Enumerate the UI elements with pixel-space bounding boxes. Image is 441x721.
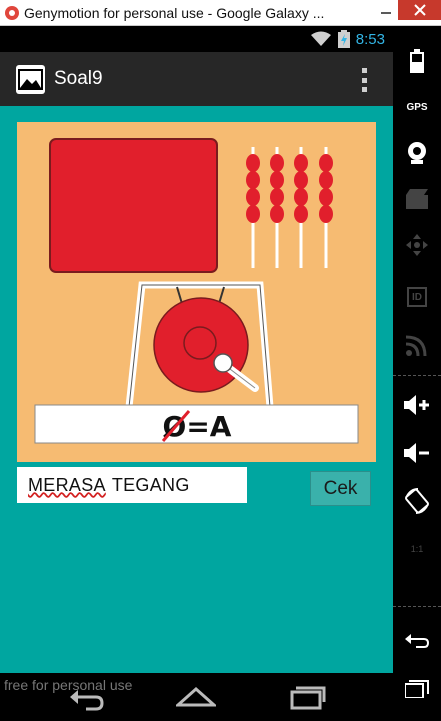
recents-icon <box>290 686 326 710</box>
dpad-icon[interactable] <box>393 222 441 268</box>
window-title: Genymotion for personal use - Google Gal… <box>24 4 325 21</box>
red-square-shape <box>49 138 218 273</box>
back-icon[interactable] <box>393 616 441 662</box>
minimize-button[interactable] <box>374 0 398 20</box>
id-label: ID <box>407 287 427 307</box>
capture-icon[interactable] <box>393 176 441 222</box>
gallery-icon[interactable] <box>16 64 45 94</box>
close-button[interactable] <box>398 0 441 20</box>
device-screen: 8:53 Soal9 Ø=A MERASA TEGANG Cek <box>0 26 393 721</box>
puzzle-image: Ø=A <box>17 122 376 462</box>
answer-word-2: TEGANG <box>111 474 190 495</box>
content-area: Ø=A MERASA TEGANG Cek <box>0 106 393 673</box>
genymotion-logo-icon <box>5 5 19 20</box>
window-title-bar: Genymotion for personal use - Google Gal… <box>0 0 441 26</box>
action-bar: Soal9 <box>0 52 393 106</box>
close-icon <box>413 4 426 16</box>
emulator-toolbar: GPS ID 1:1 <box>393 26 441 721</box>
answer-word-1: MERASA <box>28 474 106 495</box>
gps-icon[interactable]: GPS <box>393 84 441 130</box>
overflow-menu-icon[interactable] <box>359 68 369 92</box>
battery-icon[interactable] <box>393 38 441 84</box>
rotate-icon[interactable] <box>393 478 441 524</box>
volume-up-icon[interactable] <box>393 382 441 428</box>
toolbar-separator-2 <box>393 606 441 607</box>
check-button[interactable]: Cek <box>310 471 371 506</box>
home-icon <box>174 686 218 707</box>
minimize-icon <box>381 12 391 14</box>
webcam-icon[interactable] <box>393 130 441 176</box>
puzzle-illustration: Ø=A <box>34 138 359 444</box>
scale-icon[interactable]: 1:1 <box>393 526 441 572</box>
volume-down-icon[interactable] <box>393 430 441 476</box>
screen-title: Soal9 <box>54 68 103 89</box>
gallery-picture-icon <box>18 68 43 90</box>
answer-input[interactable]: MERASA TEGANG <box>17 467 247 503</box>
watermark-text: free for personal use <box>4 677 133 693</box>
status-bar: 8:53 <box>0 26 393 52</box>
rebus-text: Ø=A <box>163 410 232 443</box>
wifi-icon <box>310 31 331 46</box>
satay-skewers <box>246 147 333 268</box>
menu-icon[interactable] <box>393 666 441 712</box>
battery-charging-icon <box>337 30 350 48</box>
id-icon[interactable]: ID <box>393 274 441 320</box>
nav-home-button[interactable] <box>174 683 218 711</box>
gps-label: GPS <box>406 101 428 113</box>
rss-icon[interactable] <box>393 322 441 368</box>
gong-shape <box>153 297 249 393</box>
scale-label: 1:1 <box>410 544 424 554</box>
status-clock: 8:53 <box>355 30 385 48</box>
nav-recents-button[interactable] <box>286 683 326 711</box>
toolbar-separator <box>393 375 441 376</box>
